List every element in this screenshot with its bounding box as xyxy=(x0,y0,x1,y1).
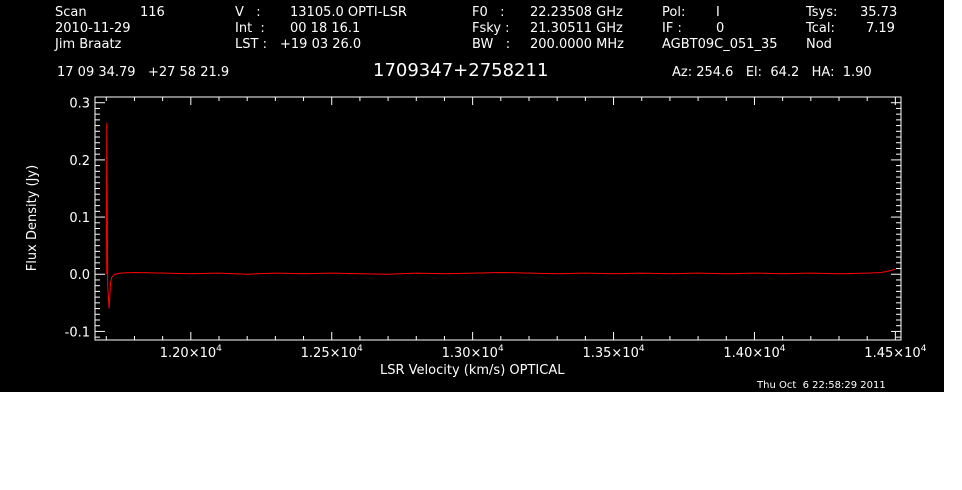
x-tick-label: 1.35×104 xyxy=(582,344,644,361)
x-tick-mantissa: 1.25×10 xyxy=(301,346,357,361)
x-tick-exponent: 4 xyxy=(780,344,786,354)
x-tick-label: 1.40×104 xyxy=(723,344,785,361)
x-tick-exponent: 4 xyxy=(498,344,504,354)
x-tick-label: 1.45×104 xyxy=(864,344,926,361)
x-tick-mantissa: 1.35×10 xyxy=(582,346,638,361)
x-tick-labels: 1.20×104 1.25×104 1.30×104 1.35×104 1.40×104… xyxy=(160,344,927,361)
spectrum-line xyxy=(105,122,896,309)
spectrum-chart: -0.10.00.10.20.3 1.20×104 1.25×104 1.30×10… xyxy=(65,96,927,361)
x-tick-mantissa: 1.40×10 xyxy=(723,346,779,361)
x-tick-label: 1.25×104 xyxy=(301,344,363,361)
y-tick-labels: -0.1 0.0 0.1 0.2 0.3 xyxy=(65,97,90,341)
x-tick-mantissa: 1.30×10 xyxy=(442,346,498,361)
y-tick-label: 0.1 xyxy=(69,211,90,226)
x-tick-mantissa: 1.45×10 xyxy=(864,346,920,361)
x-tick-label: 1.20×104 xyxy=(160,344,222,361)
y-tick-label: -0.1 xyxy=(65,325,90,340)
plot-frame xyxy=(94,96,902,341)
x-tick-exponent: 4 xyxy=(921,344,927,354)
x-tick-exponent: 4 xyxy=(639,344,645,354)
y-tick-label: 0.0 xyxy=(69,268,90,283)
x-tick-exponent: 4 xyxy=(357,344,363,354)
y-tick-label: 0.2 xyxy=(69,154,90,169)
x-tick-exponent: 4 xyxy=(216,344,222,354)
y-tick-label: 0.3 xyxy=(69,97,90,112)
axis-ticks xyxy=(95,97,901,340)
x-tick-mantissa: 1.20×10 xyxy=(160,346,216,361)
x-tick-label: 1.30×104 xyxy=(442,344,504,361)
